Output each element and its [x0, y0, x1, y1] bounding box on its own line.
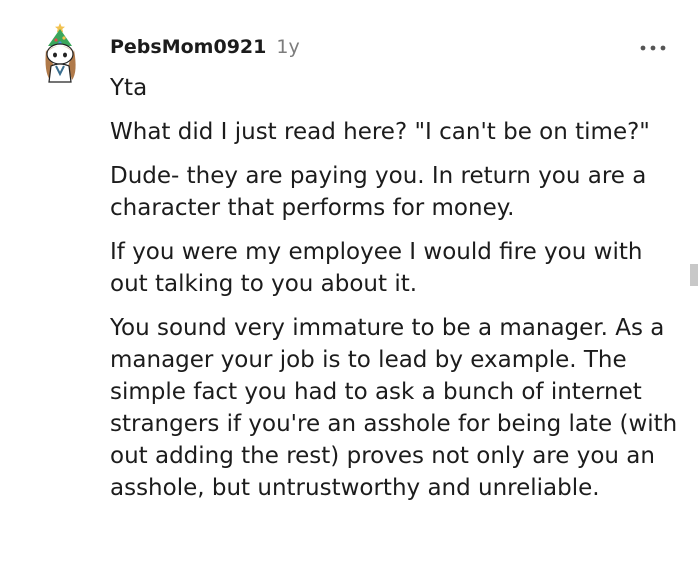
snoo-avatar-with-christmas-tree-hat-icon: [45, 23, 76, 83]
comment-body: Yta What did I just read here? "I can't …: [110, 72, 682, 516]
username-link[interactable]: PebsMom0921: [110, 36, 266, 58]
comment-paragraph: Dude- they are paying you. In return you…: [110, 163, 647, 221]
comment: PebsMom0921 1y Yta What did I just read …: [0, 0, 700, 586]
more-options-button[interactable]: [636, 38, 670, 58]
comment-paragraph: If you were my employee I would fire you…: [110, 239, 643, 297]
comment-paragraph: You sound very immature to be a manager.…: [110, 315, 678, 501]
comment-paragraph: Yta: [110, 75, 148, 101]
more-options-icon: [640, 45, 666, 51]
comment-header: PebsMom0921 1y: [110, 36, 300, 58]
scrollbar-thumb[interactable]: [690, 264, 698, 286]
comment-paragraph: What did I just read here? "I can't be o…: [110, 119, 650, 145]
comment-age: 1y: [276, 36, 300, 58]
user-avatar[interactable]: [38, 22, 86, 84]
